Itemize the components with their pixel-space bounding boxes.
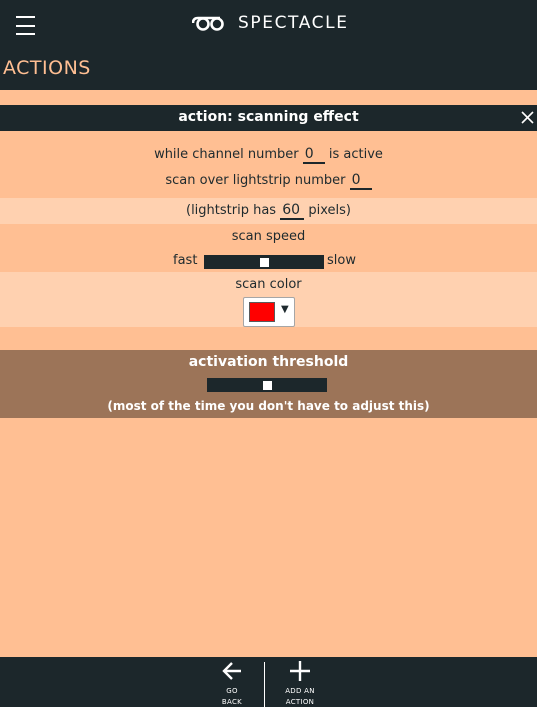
scan-color-label: scan color — [235, 277, 302, 292]
brand: SPECTACLE — [192, 13, 349, 33]
activation-threshold-note: (most of the time you don't have to adju… — [107, 399, 430, 413]
close-icon[interactable] — [519, 109, 536, 126]
scan-speed-slider-thumb[interactable] — [260, 258, 269, 267]
arrow-left-icon — [222, 662, 241, 680]
lightstrip-prefix-label: scan over lightstrip number — [165, 173, 346, 188]
footer-divider — [264, 662, 265, 707]
go-back-label-line1: GO — [226, 687, 238, 695]
channel-suffix-label: is active — [328, 147, 383, 162]
scan-color-picker[interactable]: ▼ — [243, 297, 295, 327]
activation-threshold-title: activation threshold — [188, 354, 349, 370]
scan-speed-row: fast slow — [0, 253, 537, 271]
hamburger-menu-icon[interactable] — [16, 16, 35, 35]
channel-row: while channel number is active — [0, 146, 537, 170]
brand-name: SPECTACLE — [238, 13, 349, 33]
caret-down-icon: ▼ — [281, 304, 289, 315]
speed-fast-label: fast — [173, 253, 198, 268]
add-action-label-line1: ADD AN — [285, 687, 315, 695]
glasses-logo-icon — [192, 16, 224, 31]
section-title: ACTIONS — [3, 57, 91, 79]
pixels-row: (lightstrip has pixels) — [0, 198, 537, 224]
activation-threshold-section: activation threshold (most of the time y… — [0, 350, 537, 418]
scan-speed-slider[interactable] — [204, 255, 324, 269]
plus-icon — [290, 661, 310, 681]
pixels-suffix-label: pixels) — [308, 203, 351, 218]
scan-color-swatch — [249, 302, 275, 322]
channel-prefix-label: while channel number — [154, 147, 299, 162]
action-panel-title: action: scanning effect — [178, 109, 359, 125]
lightstrip-row: scan over lightstrip number — [0, 172, 537, 196]
pixels-count-input[interactable] — [280, 202, 305, 220]
scan-speed-title: scan speed — [231, 229, 306, 244]
footer-bar: GO BACK ADD AN ACTION — [0, 657, 537, 707]
add-action-label-line2: ACTION — [285, 698, 315, 706]
action-panel-bar: action: scanning effect — [0, 105, 537, 131]
lightstrip-number-input[interactable] — [349, 172, 372, 190]
go-back-label-line2: BACK — [221, 698, 243, 706]
activation-threshold-slider[interactable] — [207, 378, 327, 392]
add-action-button[interactable]: ADD AN ACTION — [270, 657, 330, 707]
pixels-prefix-label: (lightstrip has — [186, 203, 277, 218]
go-back-button[interactable]: GO BACK — [202, 657, 262, 707]
app-header: SPECTACLE ACTIONS — [0, 0, 537, 90]
speed-slow-label: slow — [327, 253, 356, 268]
activation-threshold-slider-thumb[interactable] — [263, 381, 272, 390]
channel-number-input[interactable] — [302, 146, 325, 164]
